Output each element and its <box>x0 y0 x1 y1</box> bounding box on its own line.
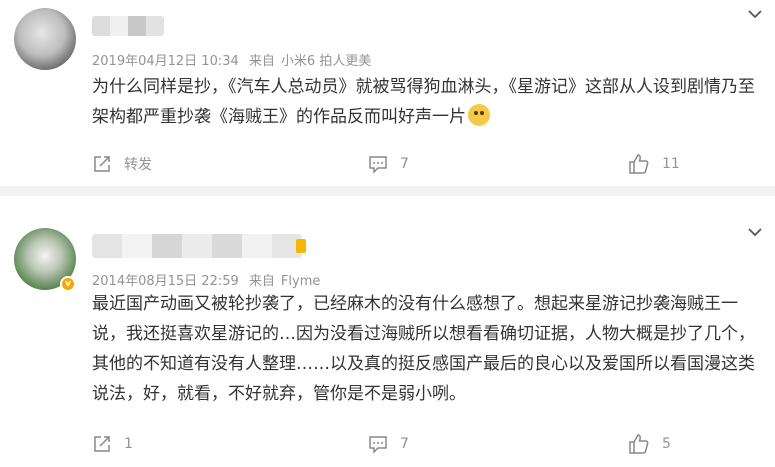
repost-icon <box>94 156 110 172</box>
comment-icon <box>369 436 387 454</box>
vip-badge-icon: v <box>60 276 76 292</box>
comment-icon <box>369 156 387 174</box>
like-count: 11 <box>662 156 680 172</box>
comment-button[interactable]: 7 <box>368 152 409 176</box>
like-button[interactable]: 5 <box>628 432 671 456</box>
username-blurred[interactable] <box>92 234 302 258</box>
comment-count: 7 <box>400 156 409 172</box>
source-device[interactable]: 小米6 拍人更美 <box>281 54 371 69</box>
comment-text: 最近国产动画又被轮抄袭了，已经麻木的没有什么感想了。想起来星游记抄袭海贼王一说，… <box>92 294 755 404</box>
comment-count: 7 <box>400 436 409 452</box>
comment-card: v 2014年08月15日 22:59 来自 Flyme 最近国产动画又被轮抄袭了… <box>0 196 775 467</box>
comment-date: 2014年08月15日 22:59 <box>92 274 239 289</box>
chevron-down-icon[interactable] <box>747 6 763 22</box>
member-icon[interactable] <box>296 239 306 253</box>
card-separator <box>0 186 775 196</box>
chevron-down-icon[interactable] <box>747 224 763 240</box>
repost-button[interactable]: 1 <box>92 432 133 456</box>
comment-text: 为什么同样是抄，《汽车人总动员》就被骂得狗血淋头，《星游记》这部从人设到剧情乃至… <box>92 77 755 127</box>
comment-meta: 2019年04月12日 10:34 来自 小米6 拍人更美 <box>92 50 377 69</box>
source-device[interactable]: Flyme <box>281 274 320 289</box>
action-bar: 转发 7 11 <box>0 152 775 176</box>
comment-card: 2019年04月12日 10:34 来自 小米6 拍人更美 为什么同样是抄，《汽车… <box>0 0 775 186</box>
like-count: 5 <box>662 436 671 452</box>
action-bar: 1 7 5 <box>0 432 775 456</box>
avatar[interactable] <box>14 8 76 70</box>
repost-button[interactable]: 转发 <box>92 152 152 176</box>
repost-count: 1 <box>124 436 133 452</box>
comment-meta: 2014年08月15日 22:59 来自 Flyme <box>92 270 326 289</box>
comment-date: 2019年04月12日 10:34 <box>92 54 239 69</box>
emoji-icon <box>468 104 490 126</box>
like-icon <box>629 434 649 454</box>
repost-icon <box>94 436 110 452</box>
source-label: 来自 <box>248 54 275 69</box>
source-label: 来自 <box>248 274 275 289</box>
comment-button[interactable]: 7 <box>368 432 409 456</box>
like-icon <box>629 154 649 174</box>
like-button[interactable]: 11 <box>628 152 680 176</box>
repost-label: 转发 <box>124 157 152 173</box>
username-blurred[interactable] <box>92 16 164 36</box>
